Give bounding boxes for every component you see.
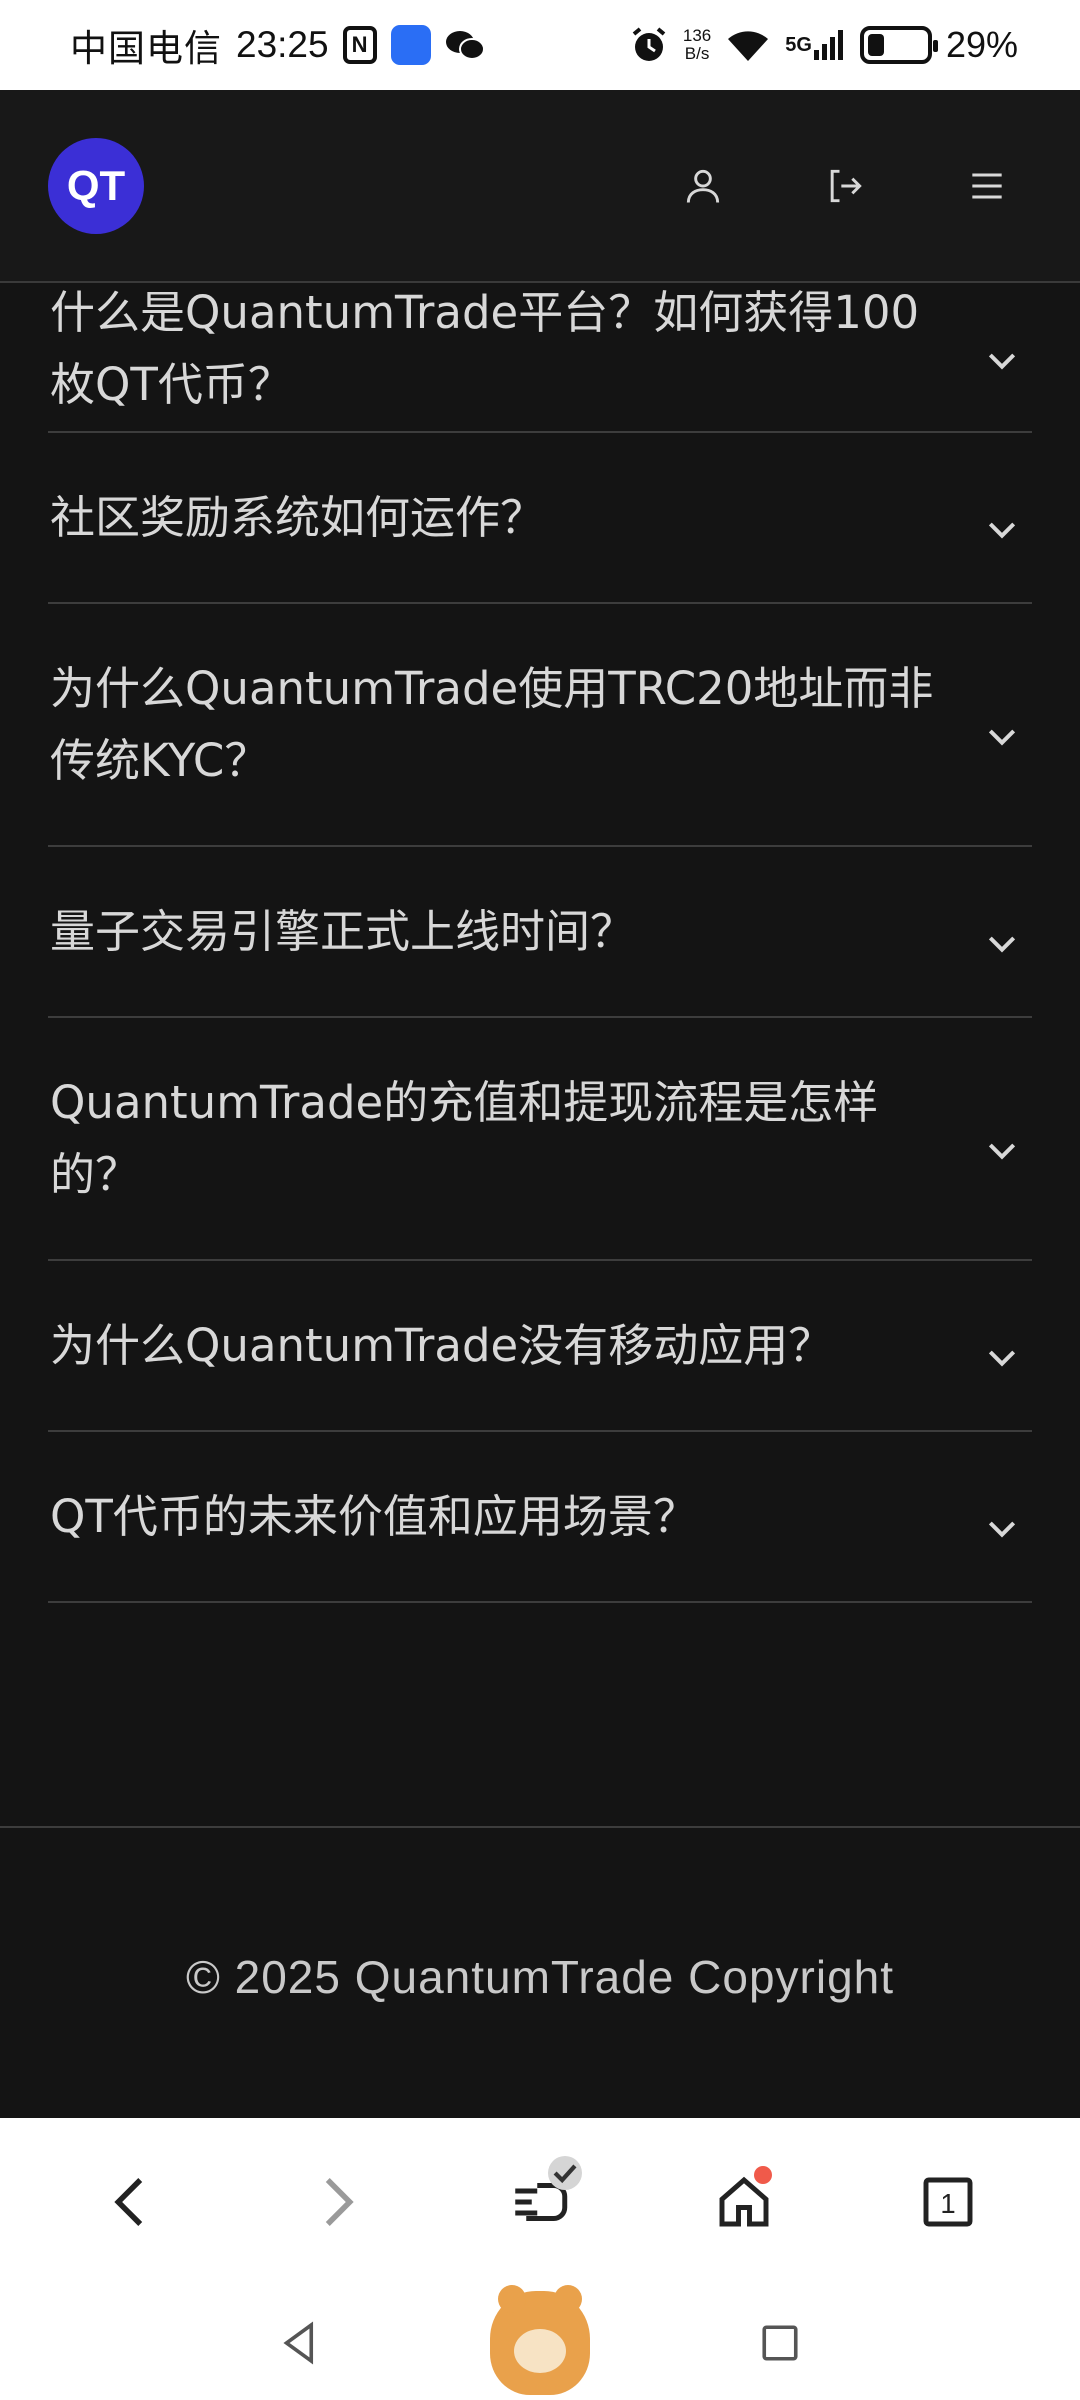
faq-item[interactable]: QuantumTrade的充值和提现流程是怎样的？ [48,1018,1032,1261]
battery-icon [859,26,938,64]
battery-fill [867,34,884,56]
chevron-down-icon[interactable] [982,329,1022,370]
recents-icon[interactable] [740,2303,820,2383]
faq-item[interactable]: 为什么QuantumTrade没有移动应用？ [48,1261,1032,1432]
chevron-down-icon[interactable] [982,705,1022,745]
system-nav-bar [0,2285,1080,2400]
carrier-label: 中国电信 [70,27,222,70]
chevron-down-icon[interactable] [982,1497,1022,1537]
chevron-down-icon[interactable] [982,1119,1022,1159]
mascot-face [514,2329,566,2373]
downloads-icon[interactable] [490,2152,590,2252]
net-speed-unit: B/s [684,44,710,63]
signal-icon: 5G [785,28,846,62]
back-icon[interactable] [82,2152,182,2252]
chevron-down-icon[interactable] [982,498,1022,538]
logout-icon[interactable] [800,141,890,231]
mascot-home-icon[interactable] [490,2285,590,2395]
faq-item[interactable]: 量子交易引擎正式上线时间？ [48,847,1032,1018]
alarm-icon [629,25,669,65]
browser-toolbar: 1 [0,2118,1080,2286]
net-speed-value: 136 [682,26,712,45]
chevron-down-icon[interactable] [982,912,1022,952]
faq-list: 什么是QuantumTrade平台？如何获得100枚QT代币？ 社区奖励系统如何… [48,283,1032,1603]
qt-logo[interactable]: QT [48,137,144,234]
nfc-icon: N [342,26,377,64]
app-notification-icon [390,25,431,65]
home-icon[interactable] [694,2152,794,2252]
status-bar: 中国电信 23:25 N 136 B/s 5G 29% [0,0,1080,90]
faq-item[interactable]: 为什么QuantumTrade使用TRC20地址而非传统KYC？ [48,604,1032,847]
faq-question: 为什么QuantumTrade使用TRC20地址而非传统KYC？ [50,661,934,787]
chevron-down-icon[interactable] [982,1326,1022,1366]
notification-dot [754,2166,772,2184]
faq-question: 为什么QuantumTrade没有移动应用？ [50,1318,834,1372]
clock: 23:25 [236,24,329,65]
faq-question: QuantumTrade的充值和提现流程是怎样的？ [50,1075,879,1201]
faq-question: 量子交易引擎正式上线时间？ [50,904,636,958]
network-type: 5G [785,34,812,56]
tabs-icon[interactable]: 1 [898,2152,998,2252]
faq-question: 什么是QuantumTrade平台？如何获得100枚QT代币？ [50,286,920,411]
mascot-ear [554,2285,582,2313]
faq-question: 社区奖励系统如何运作？ [50,490,546,544]
forward-icon[interactable] [286,2152,386,2252]
user-icon[interactable] [658,141,748,231]
menu-icon[interactable] [942,141,1032,231]
wifi-icon [725,27,771,63]
footer-divider [0,1826,1080,1828]
faq-item[interactable]: QT代币的未来价值和应用场景？ [48,1432,1032,1603]
battery-percent: 29% [945,24,1018,65]
tabs-count: 1 [940,2188,955,2219]
check-icon [548,2156,582,2190]
nav-back-icon[interactable] [260,2303,340,2383]
app-header: QT [0,90,1080,283]
faq-question: QT代币的未来价值和应用场景？ [50,1489,698,1543]
faq-item[interactable]: 社区奖励系统如何运作？ [48,433,1032,604]
net-speed: 136 B/s [683,27,711,63]
copyright-text: © 2025 QuantumTrade Copyright [185,1951,895,2003]
mascot-ear [498,2285,526,2313]
wechat-icon [445,28,485,62]
